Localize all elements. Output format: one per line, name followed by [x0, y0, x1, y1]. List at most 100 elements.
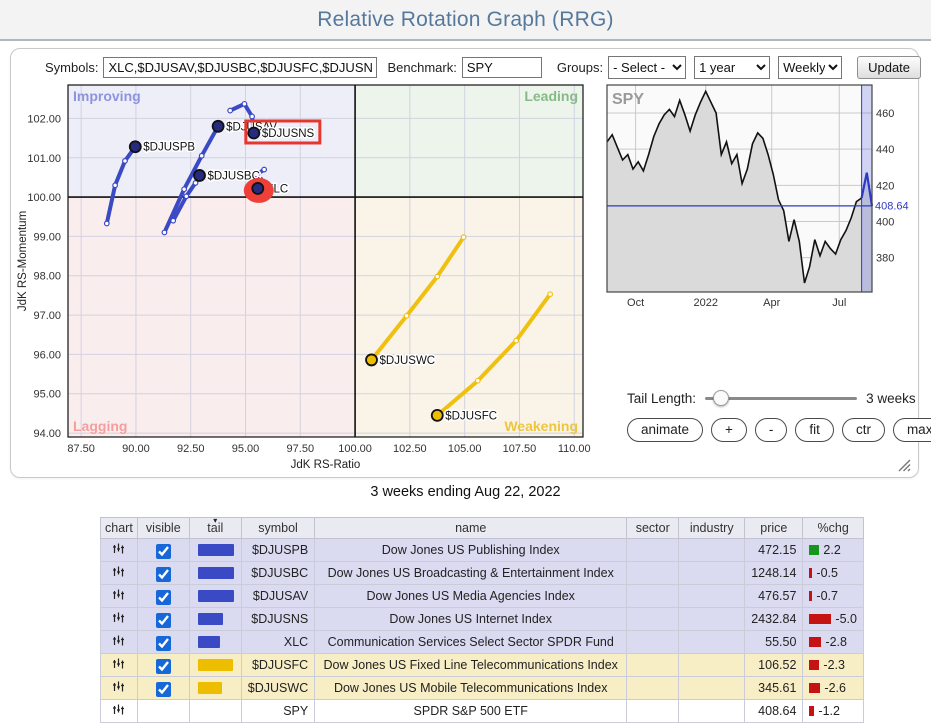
visible-checkbox[interactable]	[156, 636, 171, 651]
column-header-industry[interactable]: industry	[679, 518, 745, 539]
head-marker-$DJUSPB[interactable]	[130, 141, 141, 152]
animate-button[interactable]: animate	[627, 418, 703, 442]
chart-icon[interactable]	[112, 657, 125, 670]
tail-length-slider[interactable]	[705, 390, 857, 406]
chart-icon[interactable]	[112, 703, 125, 716]
tail-length-label: Tail Length:	[627, 391, 696, 406]
interval-select[interactable]: Weekly	[778, 56, 842, 79]
visible-checkbox[interactable]	[156, 567, 171, 582]
name-cell: Dow Jones US Internet Index	[315, 608, 627, 631]
chg-bar	[809, 545, 819, 555]
column-header-chg[interactable]: %chg	[803, 518, 864, 539]
name-cell: Dow Jones US Media Agencies Index	[315, 585, 627, 608]
table-row: $DJUSPBDow Jones US Publishing Index472.…	[101, 539, 864, 562]
tail-swatch[interactable]	[198, 613, 223, 625]
chg-cell: -5.0	[803, 608, 864, 631]
symbol-cell: $DJUSFC	[241, 654, 314, 677]
chart-icon[interactable]	[112, 634, 125, 647]
column-header-sector[interactable]: sector	[627, 518, 679, 539]
column-header-chart[interactable]: chart	[101, 518, 138, 539]
zoom-out-button[interactable]: -	[755, 418, 788, 442]
chart-icon[interactable]	[112, 611, 125, 624]
sector-cell	[627, 654, 679, 677]
tail-swatch[interactable]	[198, 636, 220, 648]
center-button[interactable]: ctr	[842, 418, 885, 442]
symbol-cell: $DJUSNS	[241, 608, 314, 631]
tail-swatch[interactable]	[198, 544, 234, 556]
industry-cell	[679, 631, 745, 654]
page-title: Relative Rotation Graph (RRG)	[317, 8, 613, 32]
y-tick: 98.00	[33, 271, 61, 283]
visible-cell	[137, 585, 189, 608]
head-marker-$DJUSAV[interactable]	[213, 121, 224, 132]
benchmark-input[interactable]	[462, 57, 542, 78]
chart-cell	[101, 539, 138, 562]
table-row: $DJUSFCDow Jones US Fixed Line Telecommu…	[101, 654, 864, 677]
chg-bar	[809, 660, 819, 670]
head-marker-$DJUSWC[interactable]	[366, 354, 377, 365]
sector-cell	[627, 677, 679, 700]
symbol-cell: $DJUSPB	[241, 539, 314, 562]
column-header-tail[interactable]: tail▾	[189, 518, 241, 539]
industry-cell	[679, 585, 745, 608]
head-marker-$DJUSFC[interactable]	[432, 410, 443, 421]
chg-value: -2.3	[823, 658, 845, 672]
table-row: $DJUSAVDow Jones US Media Agencies Index…	[101, 585, 864, 608]
zoom-in-button[interactable]: +	[711, 418, 747, 442]
quadrant-weakening	[355, 197, 583, 437]
chart-icon[interactable]	[112, 542, 125, 555]
update-button[interactable]: Update	[857, 56, 921, 79]
visible-checkbox[interactable]	[156, 544, 171, 559]
column-header-visible[interactable]: visible	[137, 518, 189, 539]
chg-bar	[809, 568, 812, 578]
tail-swatch[interactable]	[198, 682, 222, 694]
price-cell: 476.57	[745, 585, 803, 608]
slider-knob[interactable]	[713, 390, 729, 406]
period-select[interactable]: 1 year	[694, 56, 770, 79]
price-cell: 55.50	[745, 631, 803, 654]
tail-swatch[interactable]	[198, 590, 234, 602]
symbols-table: chartvisibletail▾symbolnamesectorindustr…	[100, 517, 864, 723]
y-tick: 102.00	[27, 113, 61, 125]
industry-cell	[679, 700, 745, 723]
chg-bar	[809, 614, 831, 624]
chart-icon[interactable]	[112, 680, 125, 693]
chart-icon[interactable]	[112, 565, 125, 578]
resize-handle-icon[interactable]	[898, 459, 911, 472]
fit-button[interactable]: fit	[795, 418, 834, 442]
x-tick: 90.00	[122, 443, 150, 455]
chart-cell	[101, 585, 138, 608]
chg-bar	[809, 706, 814, 716]
groups-label: Groups:	[557, 60, 603, 75]
max-button[interactable]: max	[893, 418, 931, 442]
y-tick: 95.00	[33, 389, 61, 401]
mini-y-tick: 460	[876, 108, 894, 120]
symbols-input[interactable]	[103, 57, 377, 78]
visible-checkbox[interactable]	[156, 659, 171, 674]
tail-cell	[189, 700, 241, 723]
tail-swatch[interactable]	[198, 659, 233, 671]
head-marker-XLC[interactable]	[252, 183, 263, 194]
mini-x-tick: Apr	[763, 297, 780, 309]
chart-icon[interactable]	[112, 588, 125, 601]
visible-checkbox[interactable]	[156, 613, 171, 628]
mini-x-tick: 2022	[693, 297, 717, 309]
chg-cell: -0.7	[803, 585, 864, 608]
symbol-label-$DJUSFC: $DJUSFC	[445, 410, 497, 422]
chg-cell: -0.5	[803, 562, 864, 585]
industry-cell	[679, 654, 745, 677]
chart-cell	[101, 562, 138, 585]
column-header-price[interactable]: price	[745, 518, 803, 539]
table-row: $DJUSNSDow Jones US Internet Index2432.8…	[101, 608, 864, 631]
column-header-name[interactable]: name	[315, 518, 627, 539]
head-marker-$DJUSNS[interactable]	[248, 127, 259, 138]
groups-select[interactable]: - Select -	[608, 56, 686, 79]
column-header-symbol[interactable]: symbol	[241, 518, 314, 539]
name-cell: Dow Jones US Mobile Telecommunications I…	[315, 677, 627, 700]
price-cell: 106.52	[745, 654, 803, 677]
visible-checkbox[interactable]	[156, 682, 171, 697]
visible-checkbox[interactable]	[156, 590, 171, 605]
name-cell: SPDR S&P 500 ETF	[315, 700, 627, 723]
tail-swatch[interactable]	[198, 567, 234, 579]
head-marker-$DJUSBC[interactable]	[194, 170, 205, 181]
